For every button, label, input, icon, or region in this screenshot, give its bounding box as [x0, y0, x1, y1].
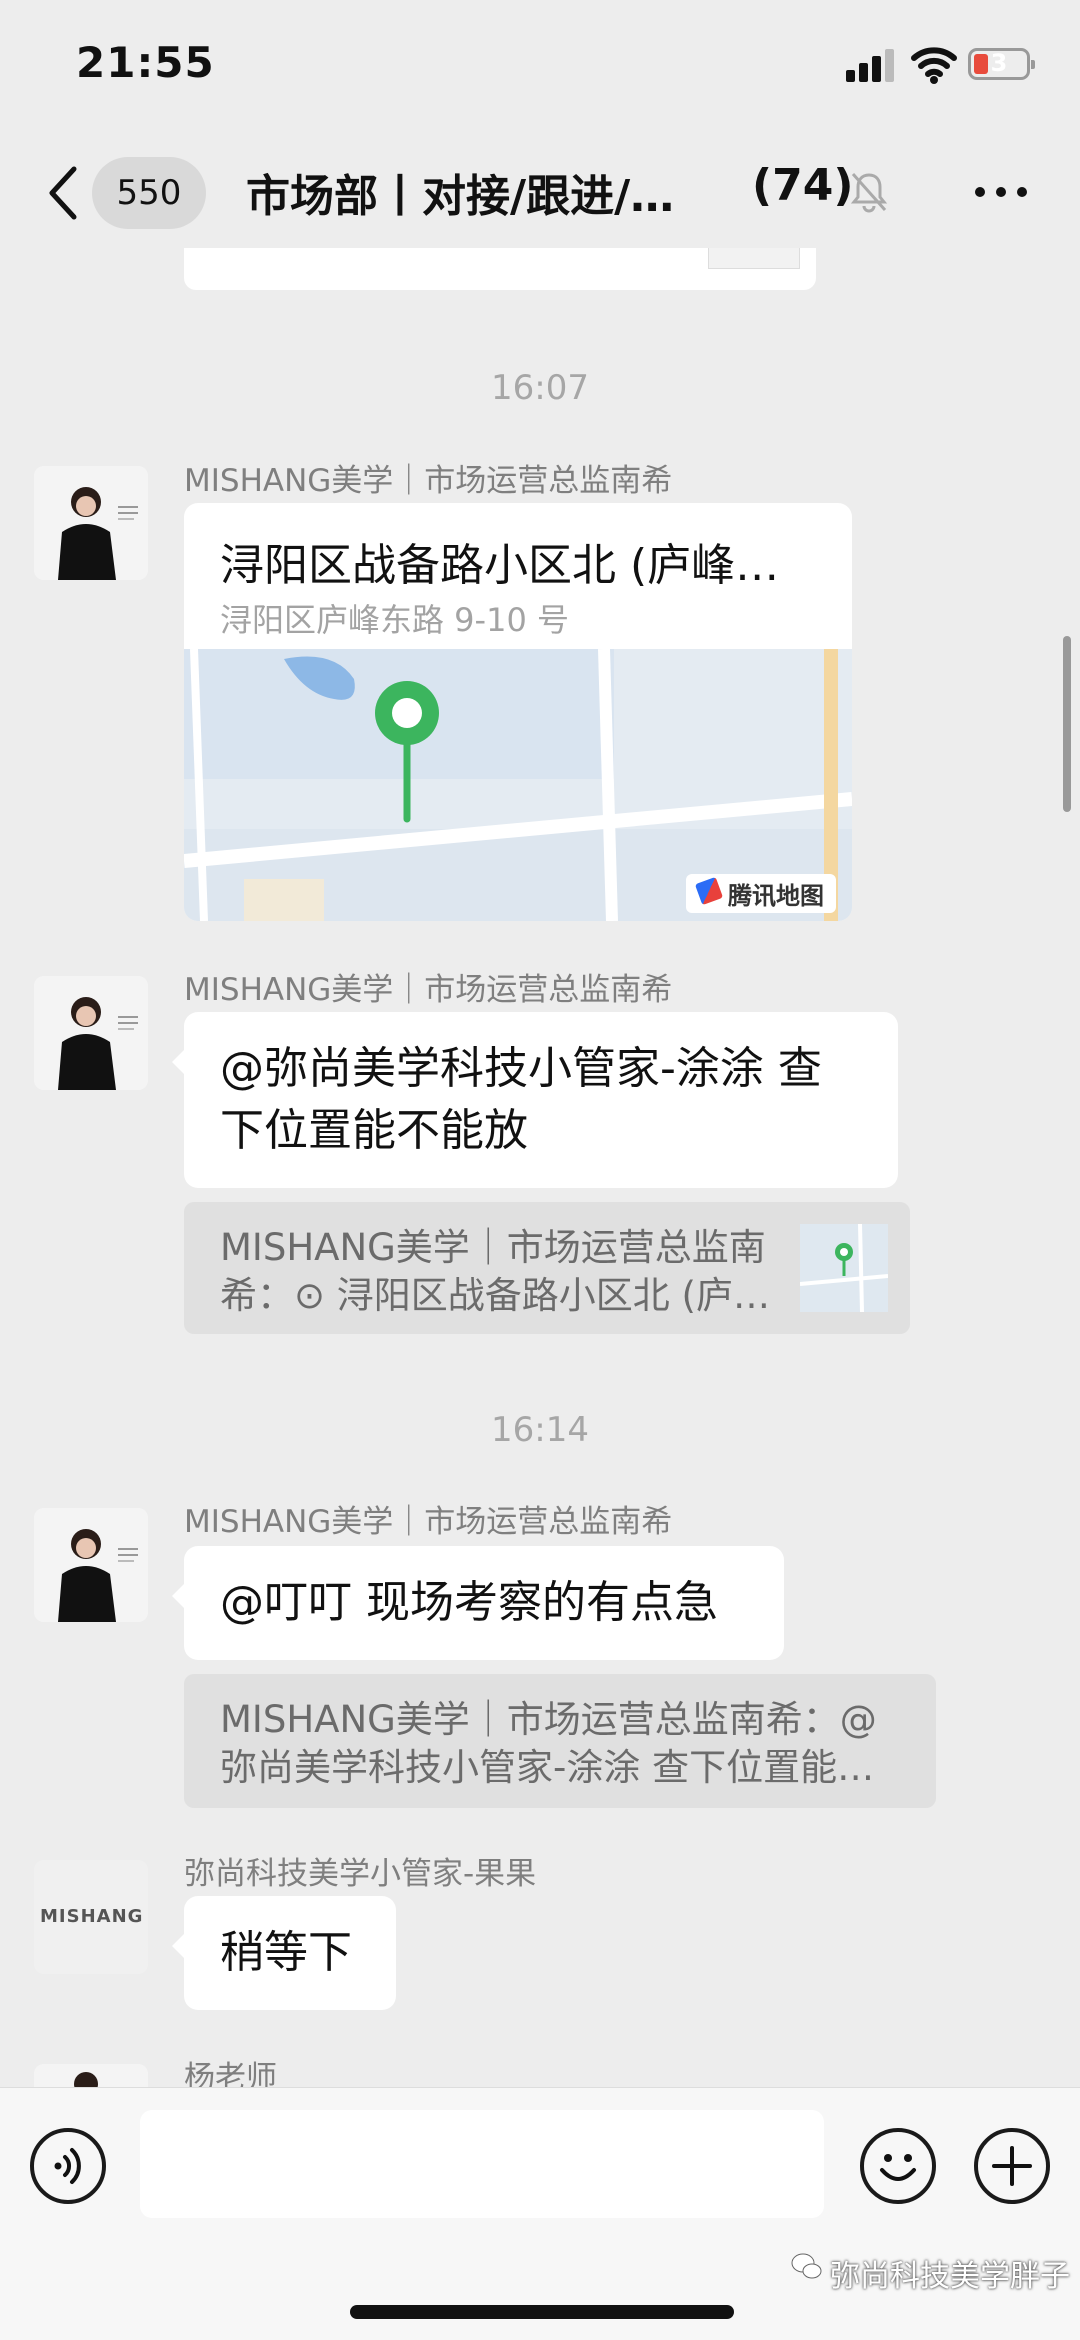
- voice-icon[interactable]: [30, 2128, 106, 2204]
- quoted-message[interactable]: MISHANG美学｜市场运营总监南希：@ 弥尚美学科技小管家-涂涂 查下位置能…: [184, 1674, 936, 1808]
- scrollbar[interactable]: [1063, 636, 1071, 812]
- avatar[interactable]: [34, 1508, 148, 1622]
- avatar[interactable]: [34, 2064, 148, 2087]
- status-time: 21:55: [76, 38, 215, 87]
- battery-level: 3: [990, 49, 1008, 77]
- location-address: 浔阳区庐峰东路 9-10 号: [220, 601, 569, 639]
- avatar[interactable]: MISHANG: [34, 1860, 148, 1974]
- wechat-logo-icon: [791, 2253, 822, 2279]
- message-line: 稍等下: [220, 1927, 352, 1978]
- message-input[interactable]: [140, 2110, 824, 2218]
- sender-name: MISHANG美学｜市场运营总监南希: [184, 463, 673, 499]
- back-icon[interactable]: [44, 163, 80, 223]
- avatar[interactable]: [34, 466, 148, 580]
- message-line: @弥尚美学科技小管家-涂涂 查: [220, 1043, 822, 1094]
- text-message[interactable]: 稍等下: [172, 1896, 396, 2010]
- chat-title[interactable]: 市场部丨对接/跟进/…: [246, 160, 674, 224]
- message-line: @叮叮 现场考察的有点急: [220, 1577, 718, 1628]
- signal-icon: [846, 48, 896, 82]
- text-message[interactable]: @弥尚美学科技小管家-涂涂 查 下位置能不能放: [172, 1012, 898, 1188]
- quoted-message[interactable]: MISHANG美学｜市场运营总监南 希：⊙ 浔阳区战备路小区北 (庐…: [184, 1202, 910, 1334]
- sender-name: MISHANG美学｜市场运营总监南希: [184, 972, 673, 1008]
- timestamp: 16:07: [491, 368, 589, 408]
- location-message[interactable]: 浔阳区战备路小区北 (庐峰… 浔阳区庐峰东路 9-10 号 腾讯地图: [184, 503, 852, 921]
- quote-line: 希：⊙ 浔阳区战备路小区北 (庐…: [220, 1274, 770, 1317]
- text-message[interactable]: @叮叮 现场考察的有点急: [172, 1546, 784, 1660]
- quote-line: 弥尚美学科技小管家-涂涂 查下位置能…: [220, 1746, 875, 1789]
- location-title: 浔阳区战备路小区北 (庐峰…: [220, 540, 780, 591]
- status-bar: 21:55 3: [0, 0, 1080, 130]
- emoji-icon[interactable]: [860, 2128, 936, 2204]
- unread-count-badge[interactable]: 550: [92, 157, 206, 229]
- input-bar: 弥尚科技美学胖子: [0, 2087, 1080, 2340]
- more-icon[interactable]: [974, 185, 1028, 199]
- message-line: 下位置能不能放: [220, 1105, 528, 1156]
- avatar[interactable]: [34, 976, 148, 1090]
- quote-line: MISHANG美学｜市场运营总监南希：@: [220, 1698, 877, 1741]
- sender-name: 弥尚科技美学小管家-果果: [184, 1856, 537, 1892]
- home-indicator[interactable]: [350, 2305, 734, 2319]
- chat-header: 550 市场部丨对接/跟进/… (74): [0, 130, 1080, 255]
- member-count: (74): [752, 160, 854, 211]
- plus-icon[interactable]: [974, 2128, 1050, 2204]
- map-brand: 腾讯地图: [686, 874, 836, 913]
- sender-name: MISHANG美学｜市场运营总监南希: [184, 1504, 673, 1540]
- timestamp: 16:14: [491, 1410, 589, 1450]
- avatar-logo-text: MISHANG: [40, 1906, 144, 1927]
- mute-icon: [850, 173, 888, 213]
- wifi-icon: [911, 47, 957, 84]
- battery-icon: 3: [968, 48, 1035, 80]
- watermark: 弥尚科技美学胖子: [830, 2259, 1070, 2294]
- quote-line: MISHANG美学｜市场运营总监南: [220, 1226, 766, 1269]
- previous-message-card[interactable]: [184, 248, 816, 290]
- map-thumbnail: [800, 1224, 888, 1312]
